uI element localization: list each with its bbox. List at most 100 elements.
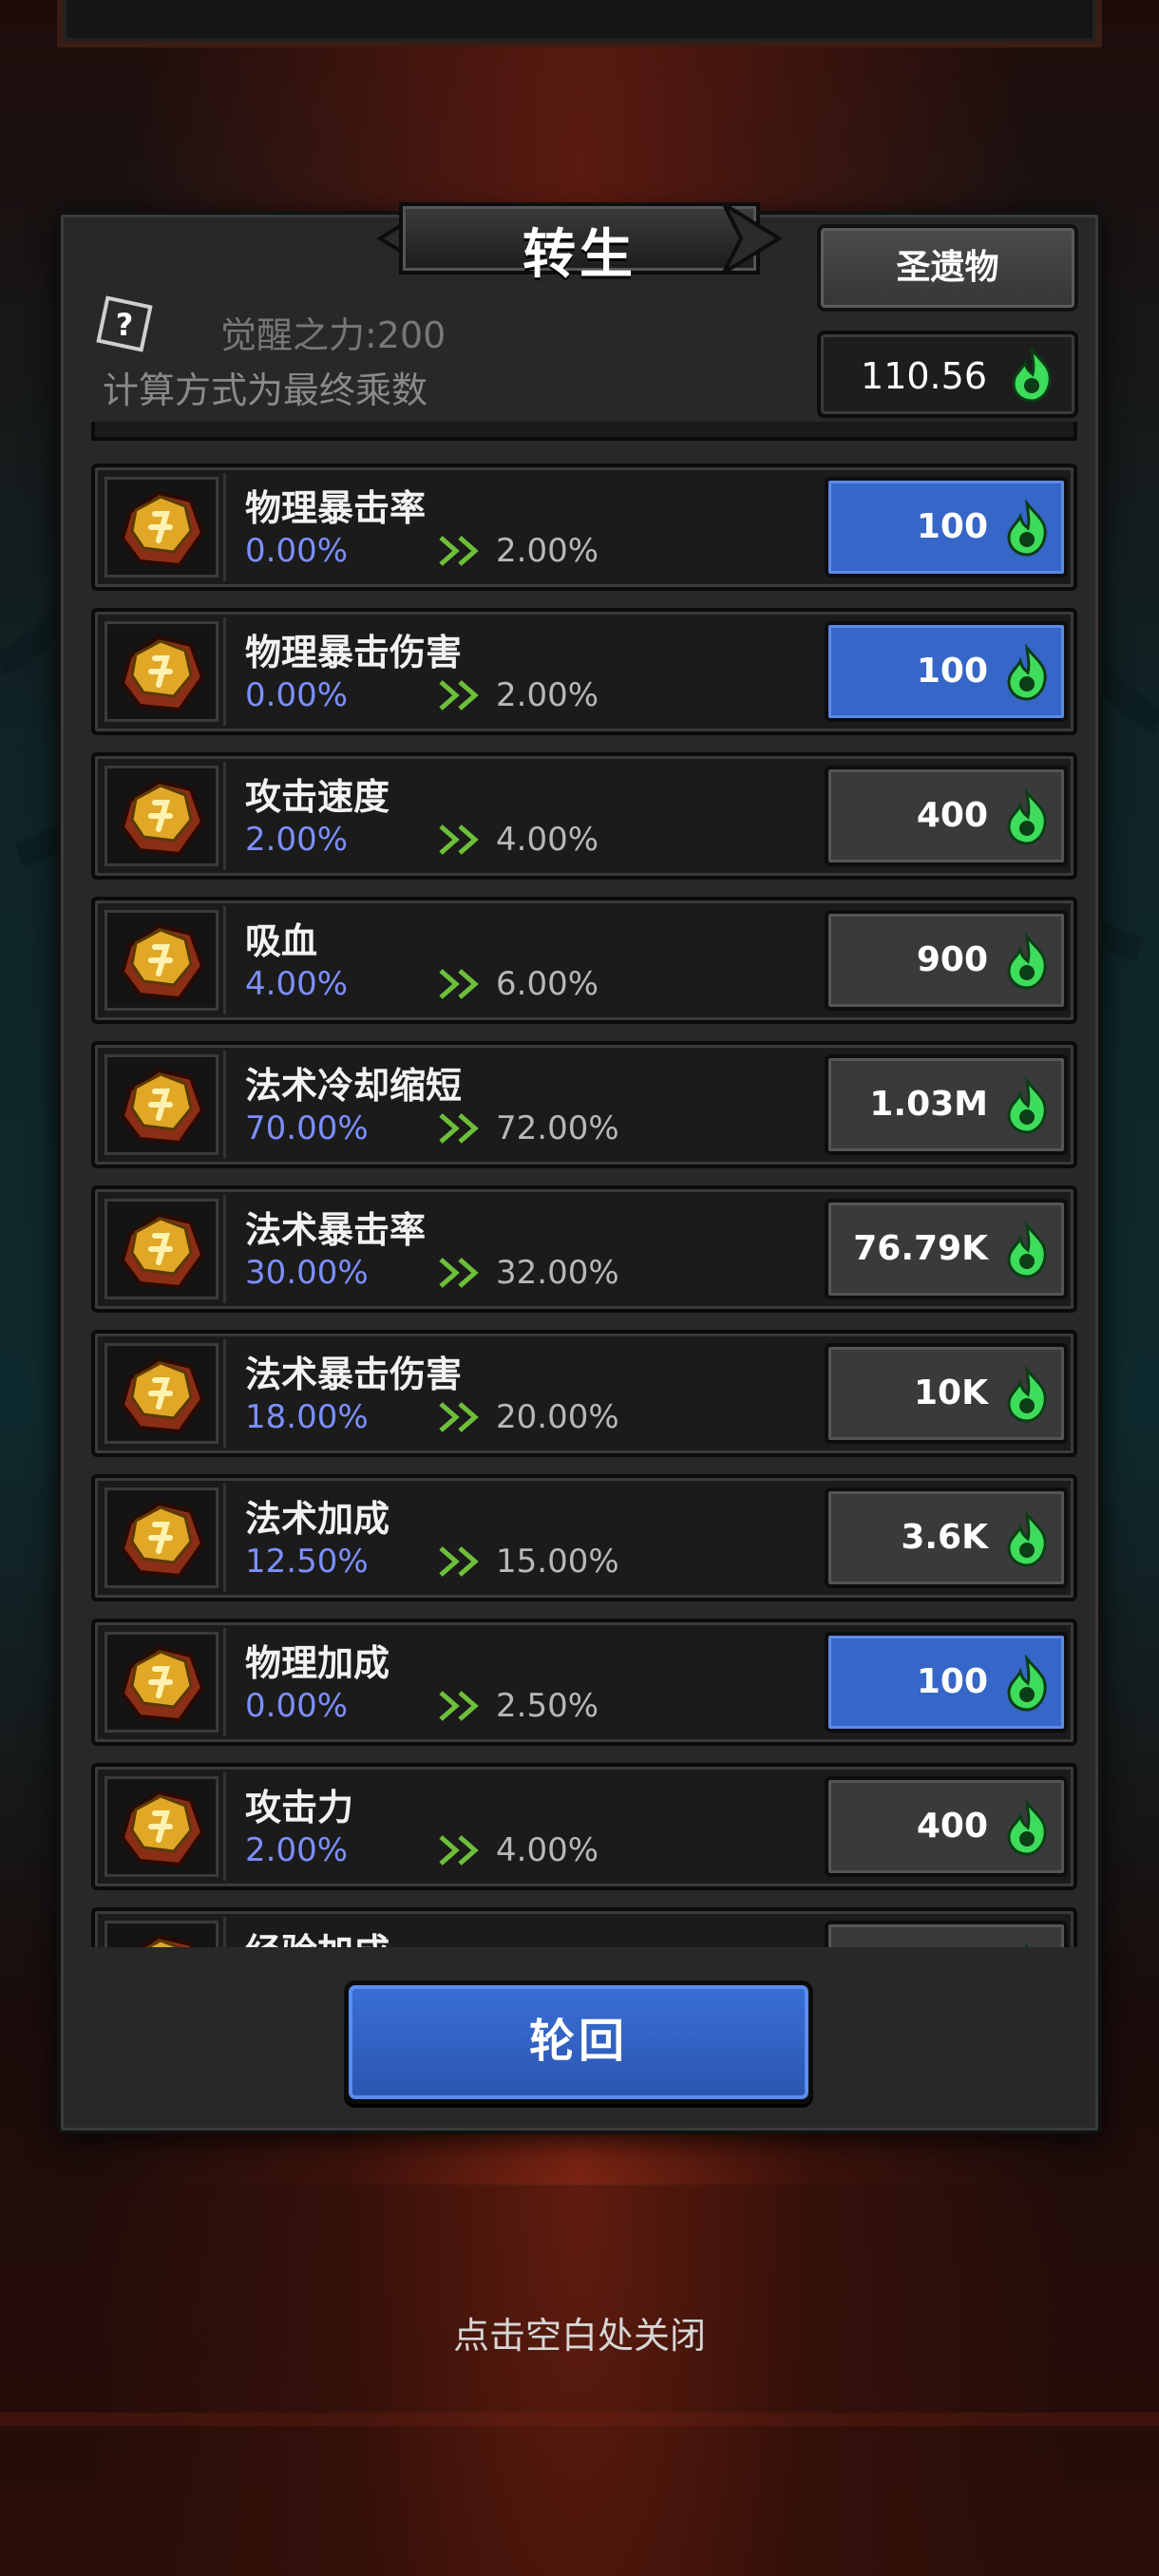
green-flame-icon [1007,933,1047,990]
upgrade-cost-button[interactable]: 10K [825,1343,1068,1444]
stat-current-value: 12.50% [245,1543,369,1581]
stat-name: 经验加成 [245,1923,390,1947]
double-arrow-icon [439,1546,479,1577]
stat-name: 物理加成 [245,1642,390,1684]
stat-row: 物理暴击伤害 0.00% 2.00% 100 [91,608,1077,735]
green-flame-icon [1007,644,1047,701]
panel-title: 转生 [522,224,636,286]
stat-next-value: 15.00% [496,1543,619,1581]
stat-name: 物理暴击率 [245,487,427,529]
green-flame-icon [1007,1077,1047,1134]
rune-stone-icon [120,490,205,568]
rune-icon-slot [104,1343,218,1444]
stat-current-value: 2.00% [245,1831,349,1869]
row-divider [223,1772,226,1881]
upgrade-cost: 100 [916,1662,988,1701]
green-flame-icon [1007,1366,1047,1423]
stat-row: 经验加成 [91,1907,1077,1947]
upgrade-cost-button[interactable]: 3.6K [825,1487,1068,1588]
stat-current-value: 4.00% [245,965,349,1003]
rune-stone-icon [120,635,205,712]
row-divider [223,1628,226,1736]
currency-display: 110.56 [817,331,1078,418]
stat-next-value: 2.00% [496,532,599,570]
row-divider [223,617,226,726]
top-frame [57,0,1102,47]
stat-row: 法术冷却缩短 70.00% 72.00% 1.03M [91,1041,1077,1168]
green-flame-icon [1025,1943,1029,1947]
upgrade-cost: 400 [916,1807,988,1846]
upgrade-cost-button[interactable]: 1.03M [825,1054,1068,1155]
double-arrow-icon [439,536,479,566]
upgrade-cost-button[interactable]: 100 [825,1632,1068,1733]
double-arrow-icon [439,1402,479,1432]
stat-next-value: 72.00% [496,1109,619,1147]
double-arrow-icon [439,680,479,710]
green-flame-icon [1007,1799,1047,1856]
stat-current-value: 70.00% [245,1109,369,1147]
upgrade-cost-button[interactable]: 400 [825,1776,1068,1877]
upgrade-cost-button[interactable]: 400 [825,766,1068,866]
calc-method-label: 计算方式为最终乘数 [103,369,428,411]
upgrade-cost-button[interactable]: 900 [825,910,1068,1011]
stat-current-value: 0.00% [245,676,349,714]
double-arrow-icon [439,1691,479,1721]
rune-icon-slot [104,766,218,866]
stat-row: 攻击力 2.00% 4.00% 400 [91,1763,1077,1890]
green-flame-icon [1012,346,1052,403]
rune-stone-icon [120,1645,205,1723]
stat-next-value: 4.00% [496,821,599,859]
rune-icon-slot [104,1054,218,1155]
row-divider [223,473,226,581]
upgrade-cost-button[interactable]: 76.79K [825,1199,1068,1299]
rune-stone-icon [139,1934,195,1947]
currency-value: 110.56 [861,355,987,397]
stat-next-value: 2.50% [496,1687,599,1725]
rune-icon-slot [104,621,218,722]
svg-text:?: ? [116,307,134,343]
rune-stone-icon [120,1790,205,1867]
stat-row: 吸血 4.00% 6.00% 900 [91,897,1077,1024]
stat-next-value: 20.00% [496,1398,619,1436]
row-divider [223,1917,226,1947]
green-flame-icon [1007,1655,1047,1712]
stat-upgrade-list[interactable]: 物理暴击率 0.00% 2.00% 100 物理暴击伤害 0.00% 2.00%… [91,427,1077,1947]
double-arrow-icon [439,1113,479,1144]
awaken-power-label: 觉醒之力:200 [220,314,446,356]
title-plate: 转生 [370,185,788,299]
rebirth-button[interactable]: 轮回 [344,1980,813,2104]
upgrade-cost-button[interactable] [825,1921,1068,1947]
rune-icon-slot [104,1487,218,1588]
rune-stone-icon [120,1356,205,1434]
stat-current-value: 0.00% [245,1687,349,1725]
stat-name: 法术加成 [245,1498,390,1540]
upgrade-cost-button[interactable]: 100 [825,621,1068,722]
stat-row: 法术暴击率 30.00% 32.00% 76.79K [91,1185,1077,1313]
upgrade-cost-button[interactable]: 100 [825,477,1068,578]
rune-icon-slot [104,1776,218,1877]
relic-button[interactable]: 圣遗物 [817,224,1078,312]
stat-name: 吸血 [245,920,318,962]
row-divider [223,1484,226,1592]
rune-icon-slot [104,1632,218,1733]
rune-icon-slot [104,477,218,578]
green-flame-icon [1007,788,1047,845]
stat-name: 攻击力 [245,1787,354,1828]
stat-next-value: 6.00% [496,965,599,1003]
stat-name: 物理暴击伤害 [245,632,463,673]
green-flame-icon [1007,1222,1047,1279]
rune-stone-icon [120,1501,205,1579]
stat-name: 法术暴击伤害 [245,1354,463,1395]
green-flame-icon [1007,1510,1047,1567]
rune-icon-slot [104,1921,218,1947]
help-icon[interactable]: ? [93,293,156,355]
double-arrow-icon [439,824,479,855]
row-divider [223,1051,226,1159]
close-hint[interactable]: 点击空白处关闭 [0,2306,1159,2358]
green-flame-icon [1007,500,1047,557]
double-arrow-icon [439,969,479,999]
upgrade-cost: 900 [916,940,988,979]
rune-icon-slot [104,1199,218,1299]
upgrade-cost: 100 [916,652,988,691]
upgrade-cost: 3.6K [901,1518,988,1557]
